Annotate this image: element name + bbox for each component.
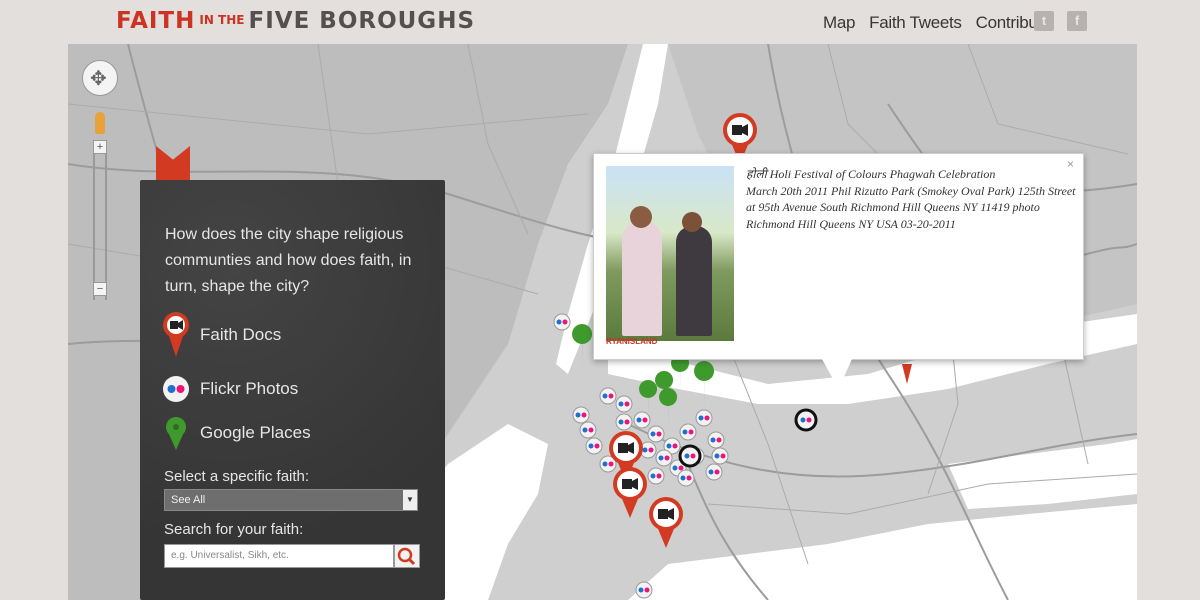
site-logo[interactable]: FAITH IN THE FIVE BOROUGHS [116, 8, 475, 34]
info-panel: How does the city shape religious commun… [140, 180, 445, 600]
video-marker-icon [163, 312, 189, 357]
legend-google-places-label: Google Places [200, 423, 311, 442]
photo-person-1 [622, 221, 662, 336]
close-icon[interactable]: × [1067, 157, 1074, 171]
nav-map[interactable]: Map [823, 13, 855, 33]
photo-person-1-head [630, 206, 652, 228]
search-icon [397, 547, 416, 566]
faith-search-input[interactable]: e.g. Universalist, Sikh, etc. [164, 544, 394, 568]
event-photo[interactable] [606, 166, 734, 341]
pan-arrows-icon: ✥ [90, 68, 107, 90]
info-popup: RYANISLAND होली Holi Festival of Colours… [593, 153, 1084, 360]
legend-google-places[interactable]: Google Places [162, 417, 311, 450]
popup-description: होली Holi Festival of Colours Phagwah Ce… [746, 166, 1076, 232]
popup-title: होली Holi Festival of Colours Phagwah Ce… [746, 167, 996, 181]
main-nav: Map Faith Tweets Contribute [823, 13, 1065, 33]
select-faith-label: Select a specific faith: [164, 468, 310, 485]
popup-body: March 20th 2011 Phil Rizutto Park (Smoke… [746, 183, 1076, 231]
search-faith-label: Search for your faith: [164, 521, 304, 538]
logo-in-the: IN THE [199, 13, 245, 27]
logo-faith: FAITH [116, 8, 196, 34]
chevron-down-icon: ▼ [403, 490, 417, 510]
legend-flickr-photos-label: Flickr Photos [200, 379, 299, 398]
legend-faith-docs-label: Faith Docs [200, 325, 282, 344]
page: FAITH IN THE FIVE BOROUGHS Map Faith Tweet… [0, 0, 1200, 600]
faith-select-value: See All [171, 494, 206, 506]
legend-flickr-photos[interactable]: Flickr Photos [162, 374, 298, 404]
facebook-icon[interactable]: f [1067, 11, 1087, 31]
faith-select[interactable]: See All ▼ [164, 489, 418, 511]
photo-person-2 [676, 226, 712, 336]
zoom-in-button[interactable]: + [93, 140, 107, 154]
panel-question: How does the city shape religious commun… [165, 226, 412, 295]
zoom-slider[interactable] [93, 140, 107, 300]
zoom-out-button[interactable]: − [93, 282, 107, 296]
logo-five-boroughs: FIVE BOROUGHS [248, 8, 476, 34]
street-view-pegman-icon[interactable] [95, 112, 105, 134]
pan-control[interactable]: ✥ [82, 60, 118, 96]
google-place-marker-icon [166, 417, 186, 450]
photo-credit: RYANISLAND [606, 337, 658, 346]
twitter-icon[interactable]: t [1034, 11, 1054, 31]
legend-faith-docs[interactable]: Faith Docs [162, 312, 282, 357]
photo-person-2-head [682, 212, 702, 232]
flickr-icon [163, 376, 189, 402]
search-button[interactable] [394, 544, 420, 568]
nav-faith-tweets[interactable]: Faith Tweets [869, 13, 962, 33]
site-header: FAITH IN THE FIVE BOROUGHS Map Faith Tweet… [0, 0, 1200, 46]
